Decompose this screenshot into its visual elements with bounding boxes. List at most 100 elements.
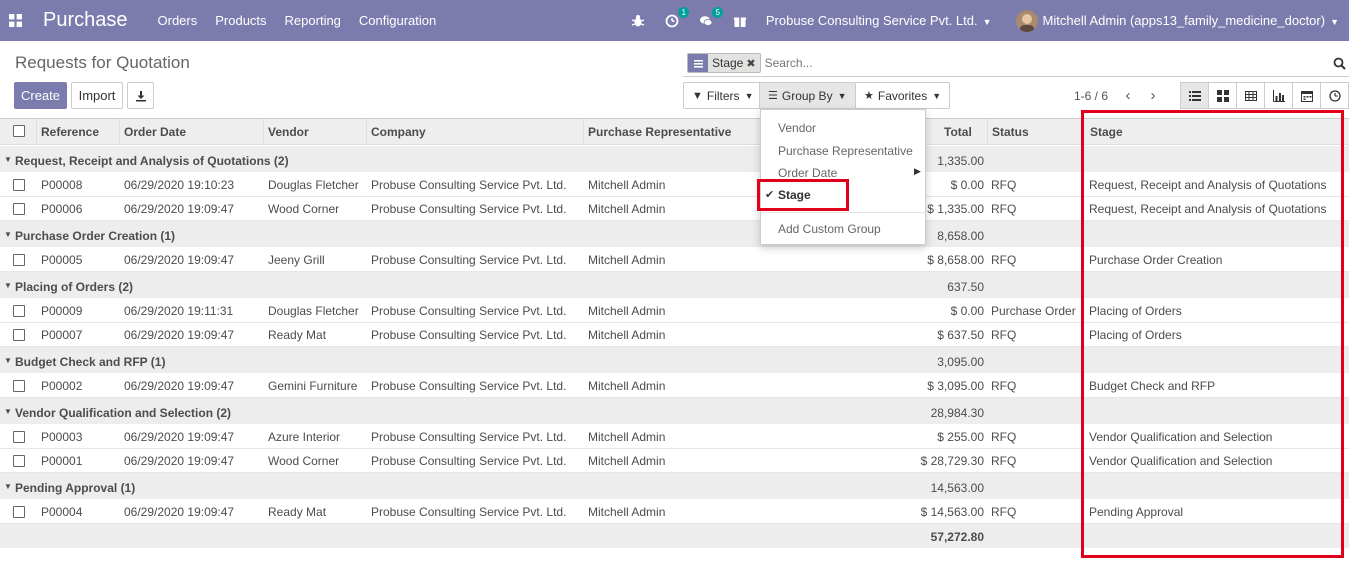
column-company[interactable]: Company xyxy=(371,125,426,139)
page-title: Requests for Quotation xyxy=(15,53,190,72)
column-reference[interactable]: Reference xyxy=(41,125,99,139)
cell-status: RFQ xyxy=(991,430,1017,444)
row-checkbox[interactable] xyxy=(13,380,25,392)
company-switcher[interactable]: Probuse Consulting Service Pvt. Ltd. ▼ xyxy=(766,13,992,28)
group-row[interactable]: ▼ Pending Approval (1) 14,563.00 xyxy=(0,473,1349,500)
pivot-view-icon[interactable] xyxy=(1236,82,1265,109)
cell-total: $ 14,563.00 xyxy=(920,505,984,519)
group-total: 3,095.00 xyxy=(937,355,984,369)
cell-reference: P00005 xyxy=(41,253,83,267)
row-checkbox[interactable] xyxy=(13,455,25,467)
search-input[interactable] xyxy=(764,56,1325,70)
add-custom-group[interactable]: Add Custom Group xyxy=(778,222,881,236)
menu-reporting[interactable]: Reporting xyxy=(285,13,341,28)
favorites-button[interactable]: ★ Favorites ▼ xyxy=(855,82,951,109)
column-order-date[interactable]: Order Date xyxy=(124,125,186,139)
group-row[interactable]: ▼ Purchase Order Creation (1) 8,658.00 xyxy=(0,221,1349,248)
table-row[interactable]: P00007 06/29/2020 19:09:47 Ready Mat Probus… xyxy=(0,323,1349,347)
cell-reference: P00009 xyxy=(41,304,83,318)
row-checkbox[interactable] xyxy=(13,305,25,317)
select-all-checkbox[interactable] xyxy=(13,125,25,137)
cell-order-date: 06/29/2020 19:11:31 xyxy=(124,304,234,318)
table-row[interactable]: P00005 06/29/2020 19:09:47 Jeeny Grill Prob… xyxy=(0,248,1349,272)
menu-orders[interactable]: Orders xyxy=(158,13,198,28)
cell-stage: Vendor Qualification and Selection xyxy=(1089,430,1273,444)
app-brand[interactable]: Purchase xyxy=(43,9,128,32)
cell-stage: Budget Check and RFP xyxy=(1089,379,1216,393)
group-total: 28,984.30 xyxy=(930,406,984,420)
facet-remove-icon[interactable]: ✖ xyxy=(746,57,759,70)
cell-status: RFQ xyxy=(991,328,1017,342)
filter-icon: ▼ xyxy=(692,89,703,102)
group-total: 8,658.00 xyxy=(937,229,984,243)
table-row[interactable]: P00008 06/29/2020 19:10:23 Douglas Fletche… xyxy=(0,173,1349,197)
group-by-purchase-representative[interactable]: Purchase Representative xyxy=(778,144,913,158)
list-view-icon[interactable] xyxy=(1180,82,1209,109)
gift-icon[interactable] xyxy=(732,13,748,29)
table-row[interactable]: P00001 06/29/2020 19:09:47 Wood Corner Prob… xyxy=(0,449,1349,473)
group-by-stage[interactable]: Stage xyxy=(778,188,811,202)
user-menu[interactable]: Mitchell Admin (apps13_family_medicine_d… xyxy=(1043,13,1339,28)
cell-stage: Request, Receipt and Analysis of Quotati… xyxy=(1089,178,1327,192)
pager-previous-icon[interactable]: ‹ xyxy=(1119,85,1137,105)
column-stage[interactable]: Stage xyxy=(1090,125,1123,139)
cell-reference: P00003 xyxy=(41,430,83,444)
user-avatar[interactable] xyxy=(1015,9,1038,32)
cell-status: RFQ xyxy=(991,379,1017,393)
cell-total: $ 28,729.30 xyxy=(920,454,984,468)
bug-icon[interactable] xyxy=(630,13,646,29)
table-row[interactable]: P00002 06/29/2020 19:09:47 Gemini Furnitur… xyxy=(0,374,1349,398)
cell-reference: P00006 xyxy=(41,202,83,216)
group-row[interactable]: ▼ Placing of Orders (2) 637.50 xyxy=(0,272,1349,299)
cell-company: Probuse Consulting Service Pvt. Ltd. xyxy=(371,454,567,468)
messages-icon[interactable]: 5 xyxy=(698,6,723,29)
group-caret-down-icon: ▼ xyxy=(4,356,12,365)
row-checkbox[interactable] xyxy=(13,431,25,443)
download-button[interactable] xyxy=(127,82,154,109)
column-total[interactable]: Total xyxy=(944,125,972,139)
activity-view-icon[interactable] xyxy=(1320,82,1349,109)
table-row[interactable]: P00009 06/29/2020 19:11:31 Douglas Fletche… xyxy=(0,299,1349,323)
group-row[interactable]: ▼ Vendor Qualification and Selection (2) 2… xyxy=(0,398,1349,425)
apps-menu-icon[interactable] xyxy=(0,0,30,41)
cell-vendor: Wood Corner xyxy=(268,454,340,468)
create-button[interactable]: Create xyxy=(14,82,67,109)
activity-clock-icon[interactable]: 1 xyxy=(664,6,689,29)
group-row[interactable]: ▼ Request, Receipt and Analysis of Quotat… xyxy=(0,146,1349,173)
graph-view-icon[interactable] xyxy=(1264,82,1293,109)
column-vendor[interactable]: Vendor xyxy=(268,125,309,139)
column-purchase-representative[interactable]: Purchase Representative xyxy=(588,125,731,139)
row-checkbox[interactable] xyxy=(13,506,25,518)
cell-total: $ 637.50 xyxy=(937,328,984,342)
table-row[interactable]: P00003 06/29/2020 19:09:47 Azure Interior P… xyxy=(0,425,1349,449)
cell-reference: P00001 xyxy=(41,454,83,468)
cell-total: $ 3,095.00 xyxy=(927,379,984,393)
row-checkbox[interactable] xyxy=(13,179,25,191)
search-icon[interactable] xyxy=(1333,57,1346,70)
group-caret-down-icon: ▼ xyxy=(4,230,12,239)
cell-status: Purchase Order xyxy=(991,304,1076,318)
star-icon: ★ xyxy=(864,90,874,102)
calendar-view-icon[interactable] xyxy=(1292,82,1321,109)
column-status[interactable]: Status xyxy=(992,125,1029,139)
cell-company: Probuse Consulting Service Pvt. Ltd. xyxy=(371,379,567,393)
kanban-view-icon[interactable] xyxy=(1208,82,1237,109)
pager-value[interactable]: 1-6 / 6 xyxy=(1074,89,1108,103)
menu-products[interactable]: Products xyxy=(215,13,266,28)
group-by-vendor[interactable]: Vendor xyxy=(778,121,816,135)
table-row[interactable]: P00006 06/29/2020 19:09:47 Wood Corner Prob… xyxy=(0,197,1349,221)
row-checkbox[interactable] xyxy=(13,329,25,341)
table-row[interactable]: P00004 06/29/2020 19:09:47 Ready Mat Probus… xyxy=(0,500,1349,524)
row-checkbox[interactable] xyxy=(13,254,25,266)
group-by-button[interactable]: ☰ Group By ▼ xyxy=(759,82,856,109)
group-by-order-date[interactable]: Order Date xyxy=(778,166,837,180)
cell-stage: Purchase Order Creation xyxy=(1089,253,1223,267)
row-checkbox[interactable] xyxy=(13,203,25,215)
pager-next-icon[interactable]: › xyxy=(1144,85,1162,105)
group-row[interactable]: ▼ Budget Check and RFP (1) 3,095.00 xyxy=(0,347,1349,374)
menu-configuration[interactable]: Configuration xyxy=(359,13,436,28)
filters-button[interactable]: ▼ Filters ▼ xyxy=(683,82,763,109)
cell-stage: Vendor Qualification and Selection xyxy=(1089,454,1273,468)
import-button[interactable]: Import xyxy=(71,82,123,109)
cell-purchase-representative: Mitchell Admin xyxy=(588,430,666,444)
